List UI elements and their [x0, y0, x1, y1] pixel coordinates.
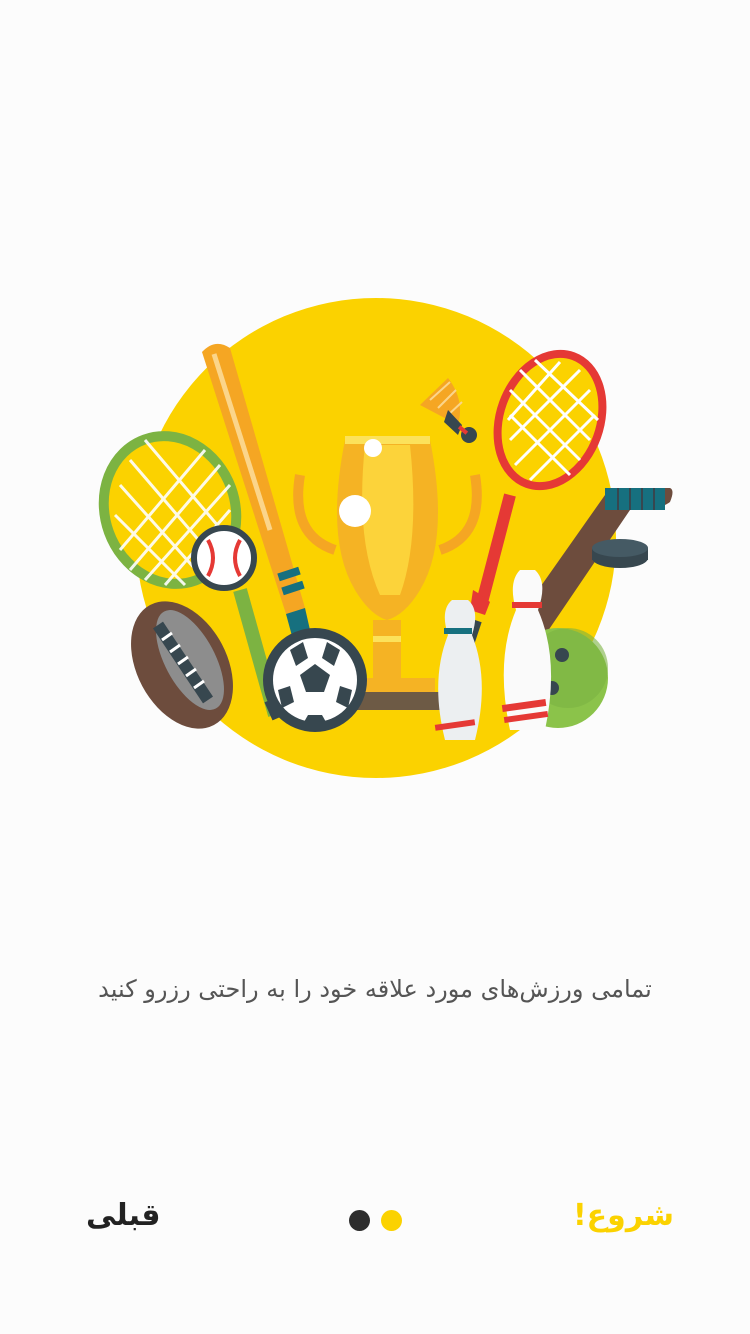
hockey-puck-icon: [592, 539, 648, 568]
page-dot-2-active[interactable]: [381, 1210, 402, 1231]
onboarding-navigation: شروع! قبلی: [0, 1190, 750, 1250]
sports-illustration: [98, 298, 673, 778]
soccer-ball-icon: [263, 628, 367, 732]
baseball-icon: [191, 525, 257, 591]
previous-button[interactable]: قبلی: [86, 1198, 161, 1233]
page-indicator: [349, 1210, 402, 1232]
start-button[interactable]: شروع!: [573, 1198, 674, 1233]
onboarding-caption: تمامی ورزش‌های مورد علاقه خود را به راحت…: [98, 975, 652, 1003]
page-dot-1[interactable]: [349, 1210, 370, 1231]
